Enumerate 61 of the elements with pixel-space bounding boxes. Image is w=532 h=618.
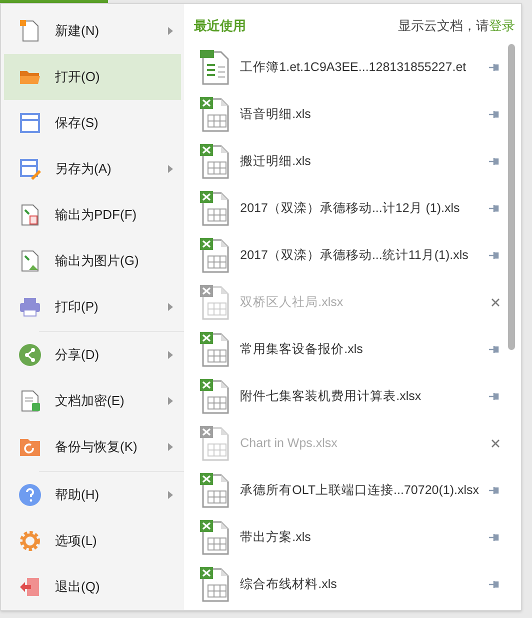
scrollbar-thumb[interactable] [508, 44, 515, 350]
spreadsheet-file-icon [200, 520, 230, 556]
spreadsheet-file-icon [200, 378, 230, 414]
recent-file-item[interactable]: 综合布线材料.xls [192, 561, 508, 608]
recent-file-item[interactable]: 承德所有OLT上联端口连接...70720(1).xlsx [192, 467, 508, 514]
pin-icon[interactable] [489, 63, 500, 72]
recent-file-item[interactable]: 工作簿1.et.1C9A3EE...128131855227.et [192, 44, 508, 91]
recent-file-item[interactable]: 语音明细.xls [192, 91, 508, 138]
folder-restore-icon [19, 436, 41, 458]
image-export-icon [19, 250, 41, 272]
floppy-pencil-icon [19, 158, 41, 180]
menu-item[interactable]: 分享(D) [4, 332, 182, 378]
menu-item[interactable]: 选项(L) [4, 518, 182, 564]
menu-item[interactable]: 备份与恢复(K) [4, 424, 182, 470]
spreadsheet-file-icon [200, 472, 230, 508]
spreadsheet-file-icon [200, 332, 230, 368]
pin-icon[interactable] [489, 392, 500, 401]
recent-file-item[interactable]: 2017（双滦）承德移动...计12月 (1).xls [192, 185, 508, 232]
spreadsheet-file-icon [200, 96, 230, 132]
remove-icon[interactable] [491, 439, 500, 448]
spreadsheet-file-icon [200, 238, 230, 274]
pin-icon[interactable] [489, 486, 500, 495]
recent-file-item[interactable]: 常用集客设备报价.xls [192, 326, 508, 373]
printer-icon [19, 296, 41, 318]
recent-file-item[interactable]: 2017（双滦）承德移动...统计11月(1).xls [192, 232, 508, 279]
pin-icon[interactable] [489, 580, 500, 589]
menu-item[interactable]: 打开(O) [4, 54, 182, 100]
menu-item[interactable]: 另存为(A) [4, 146, 182, 192]
menu-item[interactable]: 帮助(H) [4, 472, 182, 518]
locked-document-icon [19, 390, 41, 412]
pin-icon[interactable] [489, 110, 500, 119]
pin-icon[interactable] [489, 204, 500, 213]
new-file-icon [19, 20, 41, 42]
et-file-icon [200, 50, 230, 86]
share-icon [19, 344, 41, 366]
cloud-docs-prompt: 显示云文档，请 [398, 17, 489, 36]
pin-icon[interactable] [489, 533, 500, 542]
spreadsheet-file-icon [200, 144, 230, 180]
help-icon [19, 484, 41, 506]
recent-heading: 最近使用 [193, 17, 246, 36]
menu-item[interactable]: 保存(S) [4, 100, 182, 146]
recent-file-item[interactable]: 搬迁明细.xls [192, 138, 508, 185]
pin-icon[interactable] [489, 251, 500, 260]
spreadsheet-file-icon [200, 426, 230, 462]
remove-icon[interactable] [491, 298, 500, 307]
menu-item[interactable]: 打印(P) [4, 284, 182, 330]
menu-item[interactable]: 退出(Q) [4, 564, 182, 610]
recent-file-item[interactable]: 带出方案.xls [192, 514, 508, 561]
menu-item[interactable]: 文档加密(E) [4, 378, 182, 424]
exit-icon [19, 576, 41, 598]
menu-item[interactable]: 输出为PDF(F) [4, 192, 182, 238]
menu-item[interactable]: 新建(N) [4, 8, 182, 54]
spreadsheet-file-icon [200, 190, 230, 226]
recent-file-item[interactable]: 附件七集客装机费用计算表.xlsx [192, 373, 508, 420]
menu-item[interactable]: 输出为图片(G) [4, 238, 182, 284]
pdf-export-icon [19, 204, 41, 226]
pin-icon[interactable] [489, 345, 500, 354]
pin-icon[interactable] [489, 157, 500, 166]
spreadsheet-file-icon [200, 566, 230, 602]
settings-icon [19, 530, 41, 552]
spreadsheet-file-icon [200, 284, 230, 320]
